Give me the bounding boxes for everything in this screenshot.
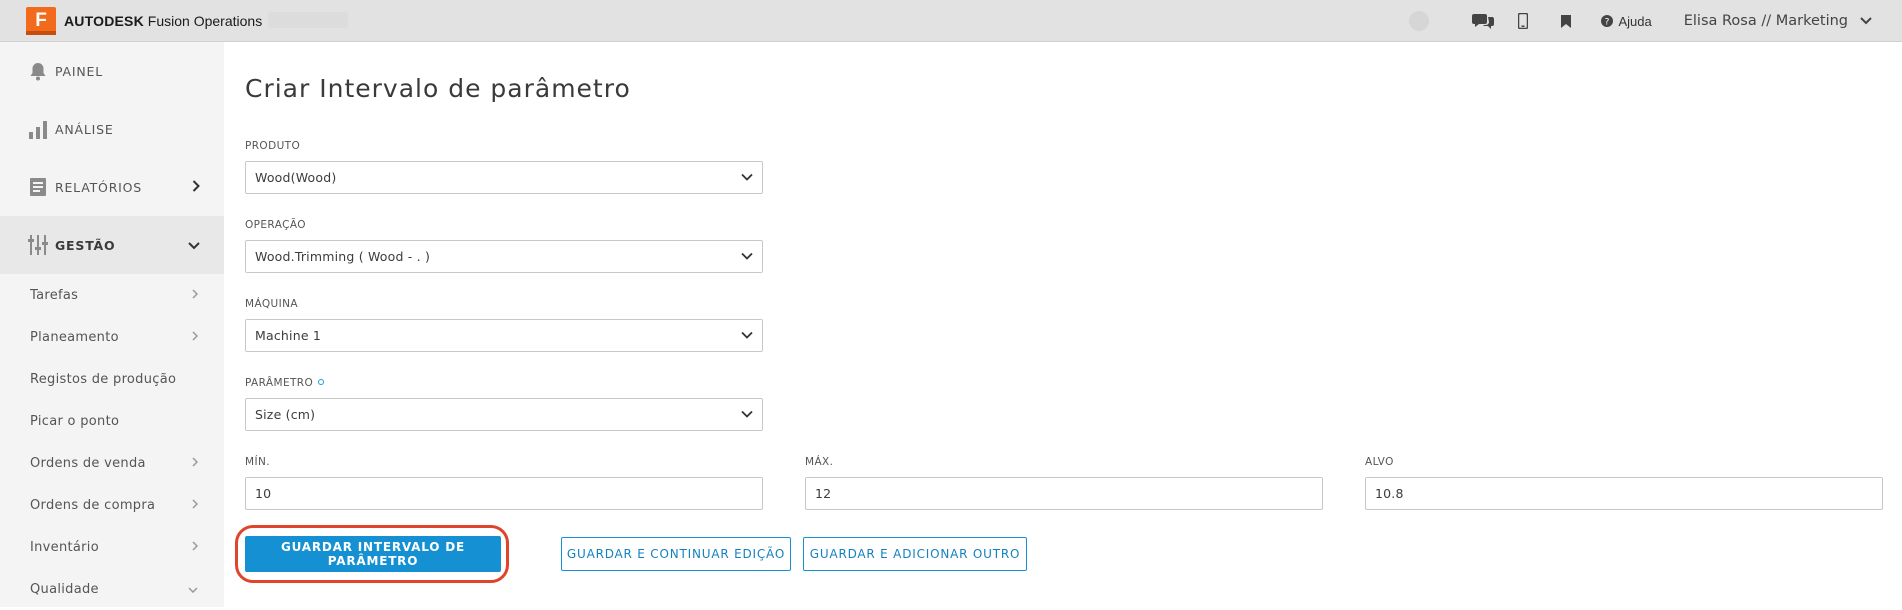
save-continue-editing-button[interactable]: GUARDAR E CONTINUAR EDIÇÃO <box>561 537 791 571</box>
sidebar-item-label: PAINEL <box>55 63 103 79</box>
sidebar-subitem-label: Qualidade <box>30 581 99 597</box>
max-input[interactable]: 12 <box>805 477 1323 510</box>
min-value: 10 <box>255 486 272 501</box>
parametro-select[interactable]: Size (cm) <box>245 398 763 431</box>
chevron-right-icon <box>192 179 200 195</box>
chevron-right-icon <box>192 330 199 345</box>
faded-breadcrumb <box>268 12 348 28</box>
sidebar-subitem-label: Picar o ponto <box>30 413 120 429</box>
maquina-label: MÁQUINA <box>245 298 298 310</box>
sidebar-subitem-picar-ponto[interactable]: Picar o ponto <box>0 400 224 442</box>
brand-name-rest: Fusion Operations <box>143 13 263 29</box>
sidebar-subitem-label: Tarefas <box>30 287 79 303</box>
top-right-actions: ? Ajuda Elisa Rosa // Marketing <box>1409 0 1872 42</box>
chat-icon[interactable] <box>1471 0 1495 42</box>
user-menu[interactable]: Elisa Rosa // Marketing <box>1684 0 1872 42</box>
alvo-label: ALVO <box>1365 456 1394 468</box>
parametro-value: Size (cm) <box>255 407 316 422</box>
parametro-label: PARÂMETRO <box>245 377 314 389</box>
sidebar-subitem-planeamento[interactable]: Planeamento <box>0 316 224 358</box>
sidebar-item-analise[interactable]: ANÁLISE <box>0 100 224 158</box>
chevron-right-icon <box>192 540 199 555</box>
required-indicator-icon <box>318 379 325 385</box>
chevron-down-icon <box>1860 17 1872 25</box>
sidebar-subitem-qualidade[interactable]: Qualidade <box>0 568 224 610</box>
produto-value: Wood(Wood) <box>255 170 337 185</box>
main-content: Criar Intervalo de parâmetro PRODUTO Woo… <box>224 42 1902 607</box>
sidebar-subitem-label: Planeamento <box>30 329 119 345</box>
chevron-down-icon <box>740 249 754 266</box>
sidebar-subitem-label: Registos de produção <box>30 371 177 387</box>
bookmark-icon[interactable] <box>1559 0 1573 42</box>
help-label: Ajuda <box>1618 13 1652 29</box>
chevron-right-icon <box>192 456 199 471</box>
sidebar-item-label: GESTÃO <box>55 237 116 253</box>
sidebar-subitem-tarefas[interactable]: Tarefas <box>0 274 224 316</box>
maquina-value: Machine 1 <box>255 328 322 343</box>
sidebar-item-gestao[interactable]: GESTÃO <box>0 216 224 274</box>
user-label: Elisa Rosa // Marketing <box>1683 13 1848 29</box>
autodesk-fusion-logo: F <box>26 7 56 35</box>
sidebar: PAINEL ANÁLISE RELATÓRIOS GESTÃO Tarefas… <box>0 42 224 607</box>
top-bar: F AUTODESK Fusion Operations ? Ajuda Eli… <box>0 0 1902 42</box>
sidebar-subitem-inventario[interactable]: Inventário <box>0 526 224 568</box>
chevron-down-icon <box>740 328 754 345</box>
save-add-another-button[interactable]: GUARDAR E ADICIONAR OUTRO <box>803 537 1027 571</box>
page-title: Criar Intervalo de parâmetro <box>245 74 631 103</box>
produto-label: PRODUTO <box>245 140 301 152</box>
chevron-down-icon <box>188 582 198 597</box>
chevron-right-icon <box>192 498 199 513</box>
sidebar-item-relatorios[interactable]: RELATÓRIOS <box>0 158 224 216</box>
sidebar-subitem-ordens-compra[interactable]: Ordens de compra <box>0 484 224 526</box>
sidebar-item-label: ANÁLISE <box>55 121 114 137</box>
alvo-value: 10.8 <box>1375 486 1404 501</box>
max-value: 12 <box>815 486 832 501</box>
min-label: MÍN. <box>245 456 270 468</box>
operacao-label: OPERAÇÃO <box>245 219 306 231</box>
bar-chart-icon <box>28 118 48 140</box>
chevron-down-icon <box>740 170 754 187</box>
sliders-icon <box>28 234 48 256</box>
chevron-down-icon <box>740 407 754 424</box>
operacao-select[interactable]: Wood.Trimming ( Wood - . ) <box>245 240 763 273</box>
parametro-label-wrap: PARÂMETRO <box>245 377 325 389</box>
max-label: MÁX. <box>805 456 834 468</box>
save-parameter-range-button[interactable]: GUARDAR INTERVALO DE PARÂMETRO <box>245 536 501 572</box>
maquina-select[interactable]: Machine 1 <box>245 319 763 352</box>
report-icon <box>28 176 48 198</box>
bell-icon <box>28 60 48 82</box>
notification-placeholder <box>1409 11 1430 31</box>
sidebar-item-painel[interactable]: PAINEL <box>0 42 224 100</box>
sidebar-subitem-ordens-venda[interactable]: Ordens de venda <box>0 442 224 484</box>
alvo-input[interactable]: 10.8 <box>1365 477 1883 510</box>
produto-select[interactable]: Wood(Wood) <box>245 161 763 194</box>
sidebar-subitem-label: Ordens de venda <box>30 455 146 471</box>
mobile-icon[interactable] <box>1515 0 1531 42</box>
chevron-right-icon <box>192 288 199 303</box>
svg-text:?: ? <box>1605 18 1610 28</box>
operacao-value: Wood.Trimming ( Wood - . ) <box>255 249 431 264</box>
help-link[interactable]: ? Ajuda <box>1601 0 1652 42</box>
min-input[interactable]: 10 <box>245 477 763 510</box>
brand[interactable]: F AUTODESK Fusion Operations <box>26 7 262 35</box>
sidebar-subitem-label: Inventário <box>30 539 99 555</box>
brand-name-bold: AUTODESK <box>64 13 144 29</box>
sidebar-subitem-label: Ordens de compra <box>30 497 156 513</box>
help-circle-icon: ? <box>1601 15 1614 28</box>
chevron-down-icon <box>188 238 200 253</box>
brand-name: AUTODESK Fusion Operations <box>64 13 262 29</box>
sidebar-item-label: RELATÓRIOS <box>55 179 143 195</box>
sidebar-subitem-registos-producao[interactable]: Registos de produção <box>0 358 224 400</box>
